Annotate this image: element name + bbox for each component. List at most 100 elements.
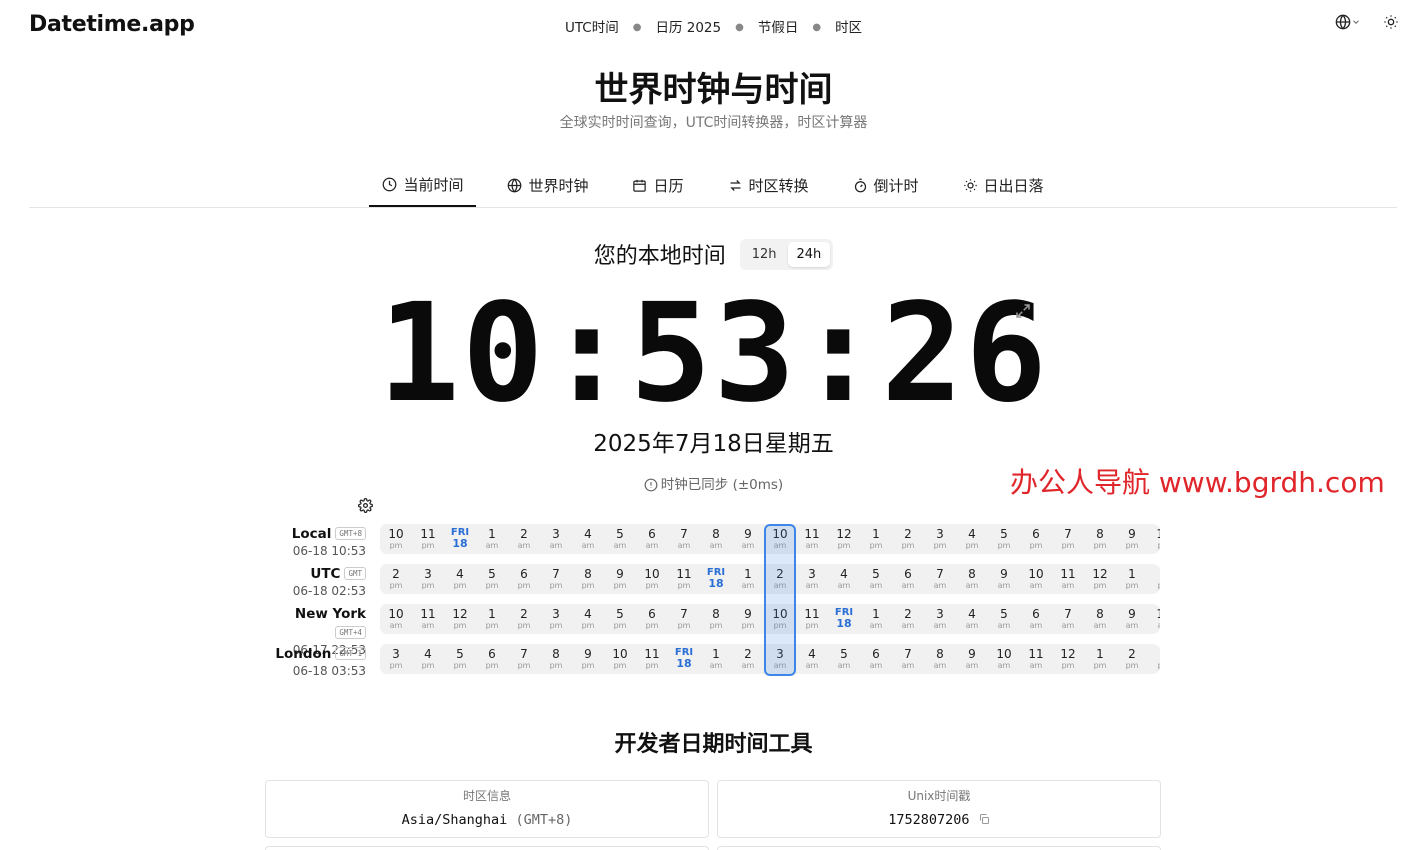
hour-cell[interactable]: 3pm [1148, 644, 1160, 674]
hour-cell[interactable]: 11 am [1020, 644, 1052, 674]
hour-cell[interactable]: 11 am [796, 524, 828, 554]
hour-cell[interactable]: 8 pm [1084, 524, 1116, 554]
hour-cell[interactable]: 6 am [1020, 604, 1052, 634]
hour-cell[interactable]: 1 pm [1116, 564, 1148, 594]
hour-cell[interactable]: 5 pm [444, 644, 476, 674]
hour-cell[interactable]: 7 pm [540, 564, 572, 594]
hour-cell[interactable]: 10am [380, 604, 412, 634]
hour-cell[interactable]: 10am [1148, 604, 1160, 634]
hour-cell[interactable]: 6 pm [508, 564, 540, 594]
hour-cell[interactable]: 7 pm [1052, 524, 1084, 554]
hour-cell[interactable]: 6 am [860, 644, 892, 674]
hour-cell[interactable]: 3pm [380, 644, 412, 674]
hour-cell[interactable]: 4 am [828, 564, 860, 594]
hour-cell[interactable]: 1 am [860, 604, 892, 634]
hour-cell[interactable]: 9 pm [1116, 524, 1148, 554]
hour-cell[interactable]: 10pm [1148, 524, 1160, 554]
card-value[interactable]: Asia/Shanghai (GMT+8) [266, 812, 708, 828]
hour-cell[interactable]: 2pm [1116, 644, 1148, 674]
hour-cell[interactable]: 8 pm [540, 644, 572, 674]
hour-cell[interactable]: 3pm [540, 604, 572, 634]
hour-cell[interactable]: 6 pm [476, 644, 508, 674]
hour-cell[interactable]: 12 pm [1084, 564, 1116, 594]
hour-cell[interactable]: 3 am [796, 564, 828, 594]
nav-timezones[interactable]: 时区 [825, 16, 872, 36]
day-marker-cell[interactable]: FRI 18 [700, 564, 732, 594]
tab-world-clock[interactable]: 世界时钟 [494, 164, 601, 207]
tab-timezone-converter[interactable]: 时区转换 [715, 164, 822, 207]
hour-cell[interactable]: 10pm [604, 644, 636, 674]
hour-cell[interactable]: 2pm [1148, 564, 1160, 594]
hour-cell[interactable]: 9 pm [732, 604, 764, 634]
hour-cell[interactable]: 7 am [892, 644, 924, 674]
hour-cell[interactable]: 1 am [476, 524, 508, 554]
fullscreen-button[interactable] [1014, 302, 1032, 324]
hour-cell[interactable]: 7 am [668, 524, 700, 554]
hour-cell[interactable]: 1 pm [476, 604, 508, 634]
hour-cell[interactable]: 1 am [732, 564, 764, 594]
format-24h-button[interactable]: 24h [787, 241, 831, 267]
hour-cell[interactable]: 9 pm [572, 644, 604, 674]
hour-cell[interactable]: 7 pm [668, 604, 700, 634]
hour-cell[interactable]: 9 am [988, 564, 1020, 594]
language-selector[interactable] [1335, 14, 1361, 30]
hour-cell[interactable]: 10pm [380, 524, 412, 554]
day-marker-cell[interactable]: FRI 18 [444, 524, 476, 554]
hour-cell[interactable]: 4 pm [956, 524, 988, 554]
tab-countdown[interactable]: 倒计时 [840, 164, 932, 207]
hour-cell[interactable]: 9 pm [604, 564, 636, 594]
hour-cell[interactable]: 10am [1020, 564, 1052, 594]
hour-cell[interactable]: 1 pm [1084, 644, 1116, 674]
hour-cell[interactable]: 7 am [924, 564, 956, 594]
nav-holidays[interactable]: 节假日 [748, 16, 809, 36]
copy-button[interactable] [978, 812, 990, 828]
hour-cell[interactable]: 10am [988, 644, 1020, 674]
hour-cell[interactable]: 11 pm [636, 644, 668, 674]
hour-cell[interactable]: 3 am [540, 524, 572, 554]
hour-cell[interactable]: 5 am [604, 524, 636, 554]
current-hour-highlight[interactable] [764, 524, 796, 676]
format-12h-button[interactable]: 12h [743, 242, 786, 267]
hour-cell[interactable]: 11 pm [668, 564, 700, 594]
hour-cell[interactable]: 7 pm [508, 644, 540, 674]
hour-cell[interactable]: 11 am [1052, 564, 1084, 594]
hour-cell[interactable]: 4 am [956, 604, 988, 634]
hour-cell[interactable]: 2 am [732, 644, 764, 674]
hour-cell[interactable]: 8 am [956, 564, 988, 594]
hour-cell[interactable]: 9 am [732, 524, 764, 554]
hour-cell[interactable]: 3pm [924, 524, 956, 554]
hour-cell[interactable]: 9 am [1116, 604, 1148, 634]
theme-toggle[interactable] [1383, 14, 1399, 30]
day-marker-cell[interactable]: FRI 18 [828, 604, 860, 634]
hour-cell[interactable]: 11 pm [796, 604, 828, 634]
hour-cell[interactable]: 2pm [380, 564, 412, 594]
hour-cell[interactable]: 5 am [860, 564, 892, 594]
hour-cell[interactable]: 12 pm [1052, 644, 1084, 674]
hour-cell[interactable]: 7 am [1052, 604, 1084, 634]
hour-cell[interactable]: 5 pm [476, 564, 508, 594]
hour-cell[interactable]: 8 am [1084, 604, 1116, 634]
hour-cell[interactable]: 10pm [636, 564, 668, 594]
hour-cell[interactable]: 9 am [956, 644, 988, 674]
hour-cell[interactable]: 4 pm [572, 604, 604, 634]
hour-cell[interactable]: 4 pm [412, 644, 444, 674]
hour-cell[interactable]: 2pm [892, 524, 924, 554]
tab-calendar[interactable]: 日历 [619, 164, 696, 207]
nav-utc[interactable]: UTC时间 [555, 16, 629, 36]
hour-cell[interactable]: 12 pm [444, 604, 476, 634]
hour-cell[interactable]: 2 am [508, 524, 540, 554]
hour-cell[interactable]: 4 pm [444, 564, 476, 594]
hour-cell[interactable]: 5 am [988, 604, 1020, 634]
hour-cell[interactable]: 6 pm [636, 604, 668, 634]
hour-cell[interactable]: 8 pm [572, 564, 604, 594]
nav-calendar[interactable]: 日历 2025 [645, 16, 731, 36]
hour-cell[interactable]: 2 am [892, 604, 924, 634]
hour-cell[interactable]: 8 am [924, 644, 956, 674]
hour-cell[interactable]: 12 pm [828, 524, 860, 554]
hour-cell[interactable]: 6 pm [1020, 524, 1052, 554]
hour-cell[interactable]: 4 am [572, 524, 604, 554]
hour-cell[interactable]: 11 pm [412, 524, 444, 554]
hour-cell[interactable]: 6 am [892, 564, 924, 594]
hour-cell[interactable]: 1 pm [860, 524, 892, 554]
hour-cell[interactable]: 8 am [700, 524, 732, 554]
